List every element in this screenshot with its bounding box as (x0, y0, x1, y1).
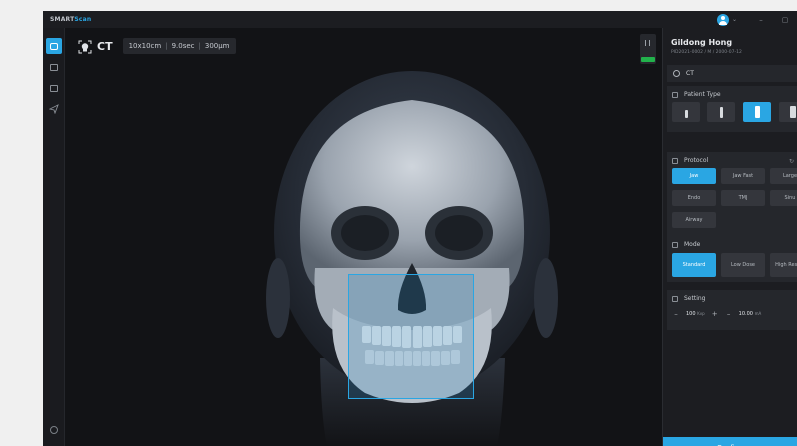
fov-selection-box[interactable] (348, 274, 474, 399)
status-ok-bar (641, 57, 655, 62)
person-medium-icon (719, 107, 723, 118)
monitor-icon (50, 63, 58, 71)
skull-icon (673, 70, 680, 77)
user-avatar-icon[interactable] (716, 13, 729, 26)
title-bar: SMARTScan ⌄ – ▢ (43, 11, 797, 28)
list-icon (50, 84, 58, 92)
setting-title: Setting (672, 295, 705, 302)
rail-send-button[interactable] (46, 101, 62, 117)
ma-decrease-button[interactable]: – (725, 310, 733, 318)
send-icon (49, 104, 59, 114)
protocol-tmj-button[interactable]: TMJ (721, 190, 765, 206)
gear-icon (50, 426, 58, 434)
device-icon (645, 40, 650, 46)
modality-row-label: CT (686, 70, 694, 77)
patient-type-section: Patient Type (667, 86, 797, 132)
mode-high-resolution-button[interactable]: High Resolu (770, 253, 797, 277)
scan-header: CT 10x10cm | 9.0sec | 300μm (78, 38, 236, 54)
rail-list-button[interactable] (46, 80, 62, 96)
modality-title: CT (97, 39, 113, 53)
rail-device-button[interactable] (46, 59, 62, 75)
mode-low-dose-button[interactable]: Low Dose (721, 253, 765, 277)
rail-settings-button[interactable] (46, 422, 62, 438)
chevron-down-icon[interactable]: ⌄ (732, 16, 737, 23)
maximize-button[interactable]: ▢ (773, 11, 797, 28)
device-status-indicator[interactable] (640, 34, 656, 64)
reset-icon[interactable]: ↻ (789, 158, 794, 165)
protocol-endo-button[interactable]: Endo (672, 190, 716, 206)
scan-viewer[interactable]: CT 10x10cm | 9.0sec | 300μm (65, 28, 662, 446)
modality-row[interactable]: CT (667, 65, 797, 82)
protocol-sinus-button[interactable]: Sinu (770, 190, 797, 206)
skull-icon (78, 39, 92, 54)
patient-type-adult[interactable] (743, 102, 771, 122)
patient-type-child-small[interactable] (672, 102, 700, 122)
rail-scan-button[interactable] (46, 38, 62, 54)
camera-icon (50, 42, 58, 50)
gear-icon (672, 295, 678, 302)
mode-section: Mode Standard Low Dose High Resolu (667, 236, 797, 282)
scan-spec-badge: 10x10cm | 9.0sec | 300μm (122, 38, 236, 54)
confirm-button[interactable]: Confirm (663, 437, 797, 446)
title-bar-controls: ⌄ – ▢ (716, 11, 797, 28)
person-xlarge-icon (790, 106, 796, 118)
patient-type-large[interactable] (779, 102, 797, 122)
patient-type-title: Patient Type (672, 91, 721, 98)
patient-type-child[interactable] (707, 102, 735, 122)
mode-icon (672, 241, 678, 248)
protocol-jaw-fast-button[interactable]: Jaw Fast (721, 168, 765, 184)
protocol-icon (672, 157, 678, 164)
minimize-button[interactable]: – (749, 11, 773, 28)
mode-standard-button[interactable]: Standard (672, 253, 716, 277)
app-window: SMARTScan ⌄ – ▢ CT 10x10cm | 9.0sec | 30… (43, 11, 797, 446)
protocol-title: Protocol (672, 157, 708, 164)
kvp-decrease-button[interactable]: – (672, 310, 680, 318)
kvp-increase-button[interactable]: + (711, 310, 719, 318)
protocol-jaw-button[interactable]: Jaw (672, 168, 716, 184)
protocol-section: Protocol ↻ Jaw Jaw Fast Large Endo TMJ S… (667, 152, 797, 236)
ma-value: 10.00 mA (738, 311, 762, 317)
app-brand: SMARTScan (50, 16, 92, 23)
setting-row: – 100 Kvp + – 10.00 mA (672, 310, 767, 318)
protocol-airway-button[interactable]: Airway (672, 212, 716, 228)
left-nav-rail (43, 28, 65, 446)
protocol-large-button[interactable]: Large (770, 168, 797, 184)
kvp-value: 100 Kvp (686, 311, 705, 317)
scan-time-value: 9.0sec (171, 42, 195, 50)
patient-name: Gildong Hong (671, 38, 733, 47)
person-large-icon (754, 106, 760, 118)
person-small-icon (684, 110, 688, 118)
mode-title: Mode (672, 241, 700, 248)
setting-section: Setting – 100 Kvp + – 10.00 mA (667, 290, 797, 330)
right-settings-panel: Gildong Hong PID2021-0002 / M / 2000-07-… (662, 28, 797, 446)
voxel-size-value: 300μm (204, 42, 230, 50)
fov-value: 10x10cm (128, 42, 162, 50)
patient-meta: PID2021-0002 / M / 2000-07-12 (671, 50, 742, 55)
person-icon (672, 91, 678, 98)
